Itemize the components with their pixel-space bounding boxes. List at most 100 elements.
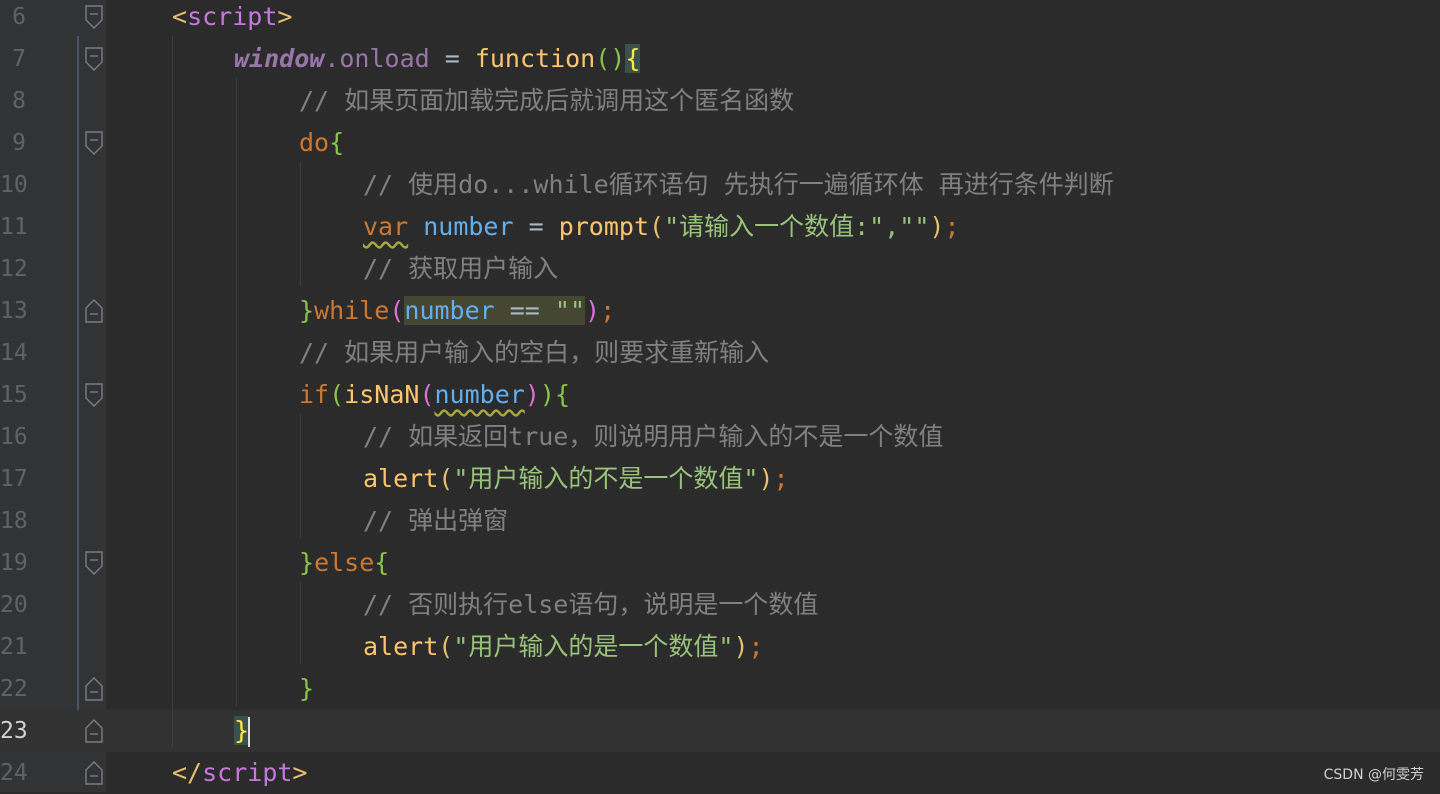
code-line[interactable]: 11 var number = prompt("请输入一个数值:",""); <box>0 206 1440 248</box>
code-token: ; <box>773 464 789 493</box>
code-token: // 否则执行else语句，说明是一个数值 <box>363 590 819 619</box>
code-token: if <box>299 380 330 409</box>
code-text[interactable]: // 如果页面加载完成后就调用这个匿名函数 <box>299 80 794 122</box>
code-editor[interactable]: 6 <script> 7 window.onload = function(){8//… <box>0 0 1440 792</box>
indent-guide-line <box>236 78 237 706</box>
code-token: "用户输入的是一个数值" <box>453 632 734 661</box>
code-line[interactable]: 21 alert("用户输入的是一个数值"); <box>0 626 1440 668</box>
code-token: () <box>595 44 626 73</box>
code-token: number <box>404 296 495 325</box>
fold-open-icon[interactable] <box>85 551 103 575</box>
code-line[interactable]: 20 // 否则执行else语句，说明是一个数值 <box>0 584 1440 626</box>
code-token: do <box>299 128 330 157</box>
code-line[interactable]: 22} <box>0 668 1440 710</box>
code-text[interactable]: if(isNaN(number)){ <box>299 374 570 416</box>
line-number: 18 <box>0 508 28 534</box>
indent-guide-line <box>300 582 301 664</box>
line-number: 9 <box>12 130 26 156</box>
code-token: number <box>423 212 514 241</box>
code-line[interactable]: 23} <box>0 710 1440 752</box>
code-line[interactable]: 12 // 获取用户输入 <box>0 248 1440 290</box>
code-token: // 获取用户输入 <box>363 254 559 283</box>
line-number: 8 <box>12 88 26 114</box>
code-line[interactable]: 7 window.onload = function(){ <box>0 38 1440 80</box>
code-token: window <box>234 44 325 73</box>
code-token: ; <box>600 296 616 325</box>
code-token: ) <box>929 212 945 241</box>
code-token: script <box>187 2 278 31</box>
code-line[interactable]: 16 // 如果返回true，则说明用户输入的不是一个数值 <box>0 416 1440 458</box>
line-number: 14 <box>0 340 28 366</box>
indent-guide-line <box>300 414 301 538</box>
fold-open-icon[interactable] <box>85 383 103 407</box>
code-token: { <box>554 380 570 409</box>
code-text[interactable]: // 使用do...while循环语句 先执行一遍循环体 再进行条件判断 <box>363 164 1114 206</box>
code-text[interactable]: }while(number == ""); <box>299 290 615 332</box>
code-token: < <box>172 2 188 31</box>
code-line[interactable]: 15 if(isNaN(number)){ <box>0 374 1440 416</box>
line-number: 11 <box>0 214 28 240</box>
code-token: { <box>625 44 641 73</box>
line-number: 16 <box>0 424 28 450</box>
line-number: 24 <box>0 760 28 786</box>
code-text[interactable]: // 如果返回true，则说明用户输入的不是一个数值 <box>363 416 943 458</box>
code-token: ( <box>438 632 454 661</box>
code-line[interactable]: 17 alert("用户输入的不是一个数值"); <box>0 458 1440 500</box>
fold-close-icon[interactable] <box>85 677 103 701</box>
code-text[interactable]: alert("用户输入的是一个数值"); <box>363 626 764 668</box>
fold-open-icon[interactable] <box>85 131 103 155</box>
fold-close-icon[interactable] <box>85 299 103 323</box>
code-text[interactable]: // 获取用户输入 <box>363 248 558 290</box>
code-text[interactable]: } <box>299 668 314 710</box>
fold-open-icon[interactable] <box>85 5 103 29</box>
code-token: // 如果返回true，则说明用户输入的不是一个数值 <box>363 422 944 451</box>
code-token: prompt <box>558 212 649 241</box>
code-line[interactable]: 6 <script> <box>0 0 1440 38</box>
code-line[interactable]: 19}else{ <box>0 542 1440 584</box>
code-token: .onload <box>324 44 430 73</box>
code-text[interactable]: do{ <box>299 122 344 164</box>
code-line[interactable]: 24 </script> <box>0 752 1440 794</box>
code-token: > <box>277 2 293 31</box>
code-line[interactable]: 14 // 如果用户输入的空白，则要求重新输入 <box>0 332 1440 374</box>
code-token: = <box>513 212 559 241</box>
line-number: 23 <box>0 718 28 744</box>
fold-close-icon[interactable] <box>85 761 103 785</box>
code-token: ( <box>389 296 405 325</box>
code-text[interactable]: <script> <box>172 0 292 38</box>
code-text[interactable]: // 否则执行else语句，说明是一个数值 <box>363 584 818 626</box>
watermark-text: CSDN @何雯芳 <box>1323 767 1424 783</box>
code-token: ) <box>733 632 749 661</box>
fold-open-icon[interactable] <box>85 47 103 71</box>
fold-close-icon[interactable] <box>85 719 103 743</box>
code-token: ( <box>438 464 454 493</box>
code-text[interactable]: alert("用户输入的不是一个数值"); <box>363 458 789 500</box>
line-number: 7 <box>12 46 26 72</box>
line-number: 10 <box>0 172 28 198</box>
code-line[interactable]: 9 do{ <box>0 122 1440 164</box>
code-token: alert <box>363 464 439 493</box>
code-line[interactable]: 8 // 如果页面加载完成后就调用这个匿名函数 <box>0 80 1440 122</box>
code-text[interactable]: var number = prompt("请输入一个数值:",""); <box>363 206 960 248</box>
code-text[interactable]: // 弹出弹窗 <box>363 500 508 542</box>
code-text[interactable]: window.onload = function(){ <box>234 38 641 80</box>
code-token: } <box>234 716 250 745</box>
code-token: ; <box>748 632 764 661</box>
code-token: // 使用do...while循环语句 先执行一遍循环体 再进行条件判断 <box>363 170 1114 199</box>
line-number: 15 <box>0 382 28 408</box>
code-line[interactable]: 18 // 弹出弹窗 <box>0 500 1440 542</box>
code-text[interactable]: // 如果用户输入的空白，则要求重新输入 <box>299 332 769 374</box>
code-text[interactable]: } <box>234 710 251 752</box>
code-token: } <box>299 674 315 703</box>
code-token: // 如果用户输入的空白，则要求重新输入 <box>299 338 770 367</box>
code-text[interactable]: }else{ <box>299 542 389 584</box>
line-number: 6 <box>12 4 26 30</box>
code-token: "" <box>554 296 586 325</box>
code-token: isNaN <box>344 380 420 409</box>
code-token: while <box>314 296 390 325</box>
line-number: 20 <box>0 592 28 618</box>
code-text[interactable]: </script> <box>172 752 307 794</box>
code-line[interactable]: 13}while(number == ""); <box>0 290 1440 332</box>
code-line[interactable]: 10 // 使用do...while循环语句 先执行一遍循环体 再进行条件判断 <box>0 164 1440 206</box>
